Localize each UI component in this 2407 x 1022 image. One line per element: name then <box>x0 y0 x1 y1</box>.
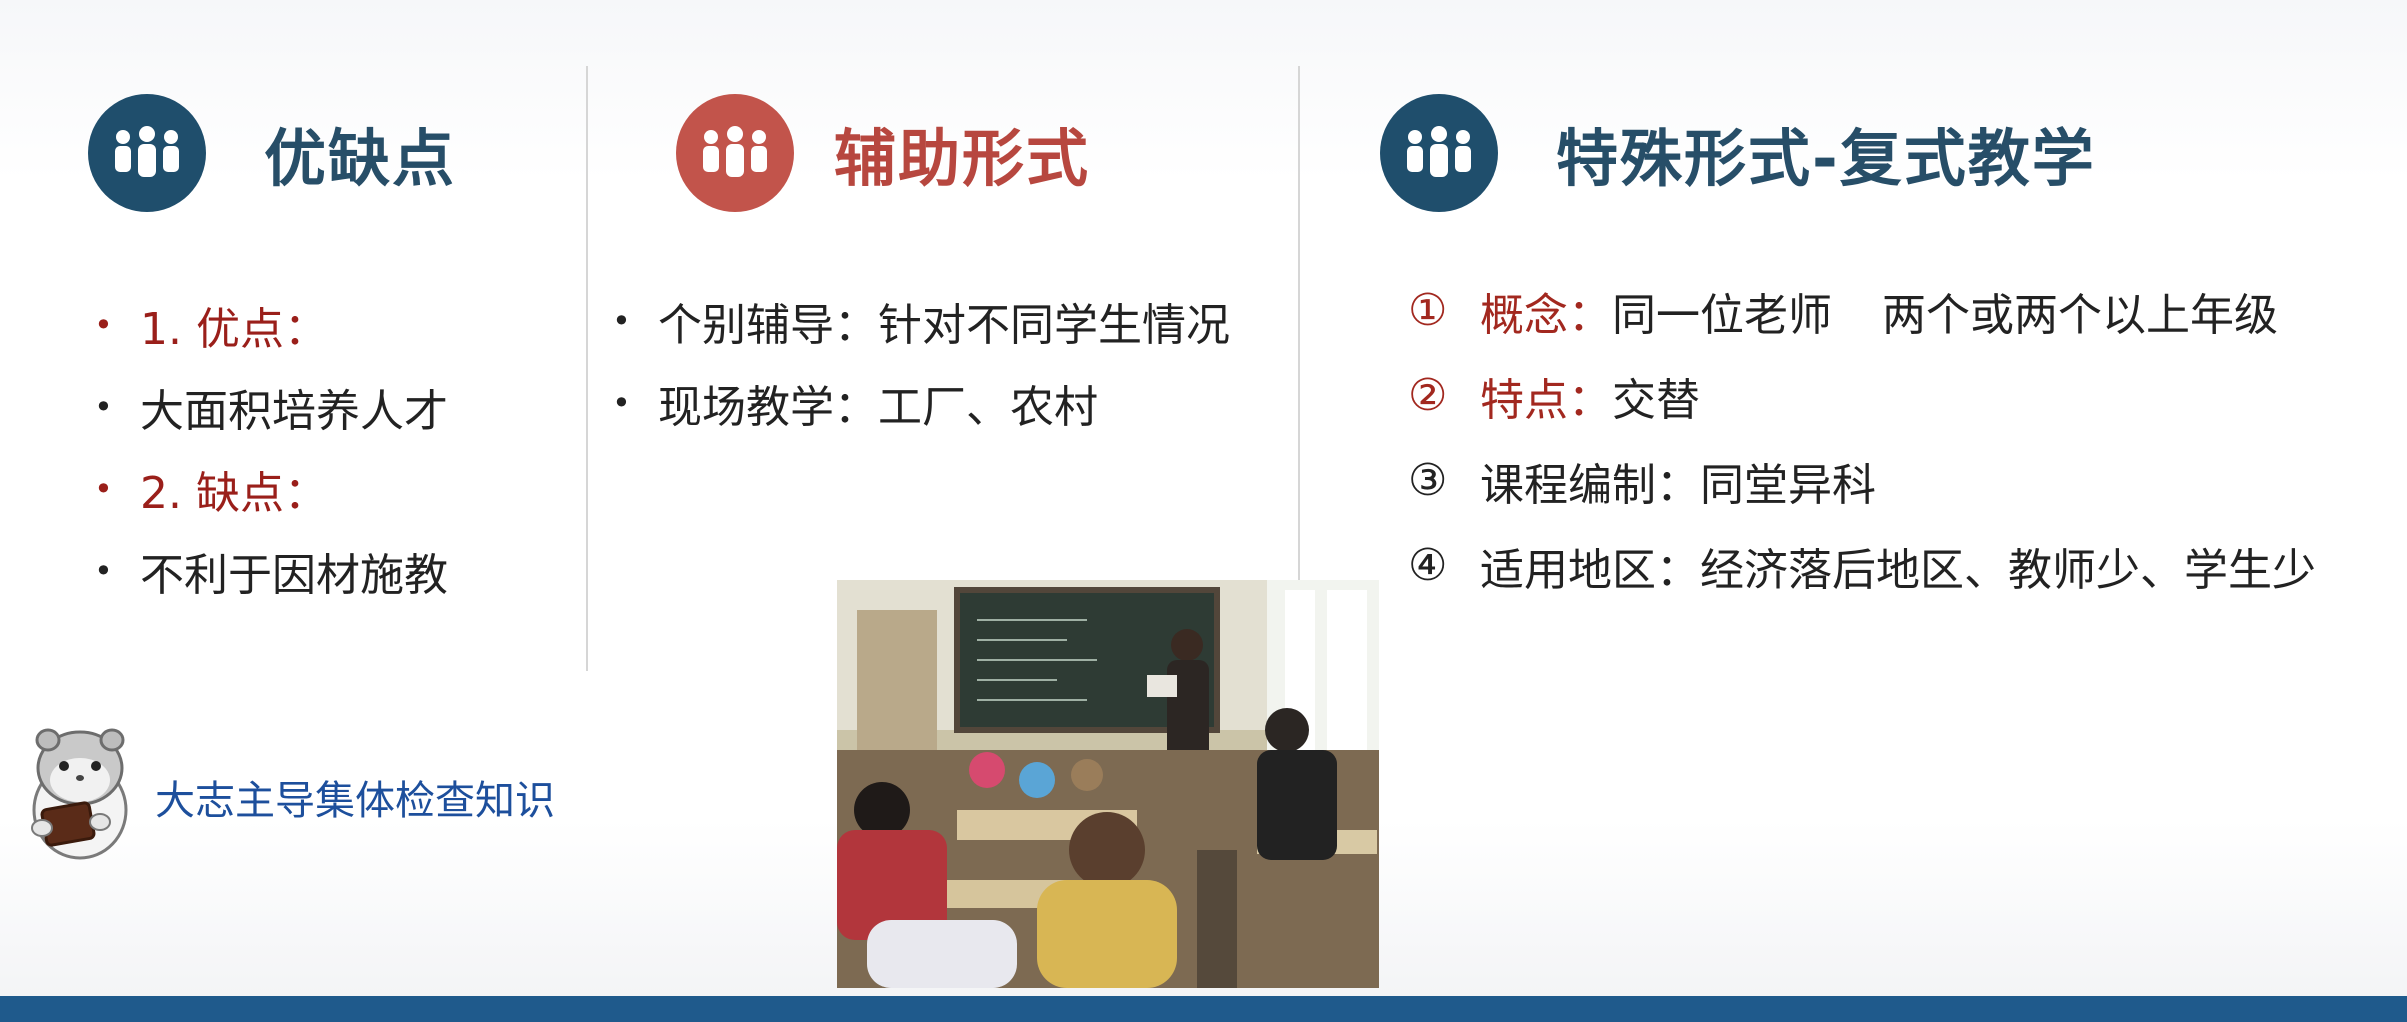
list-item: ② 特点： 交替 <box>1408 353 2316 438</box>
list-item: ③ 课程编制： 同堂异科 <box>1408 438 2316 523</box>
disadvantages-heading: 2. 缺点： <box>140 468 328 519</box>
list-item: • 大面积培养人才 <box>94 366 448 448</box>
list-item: ① 概念： 同一位老师 两个或两个以上年级 <box>1408 268 2316 353</box>
auxiliary-header: 辅助形式 <box>676 94 1090 212</box>
list-item: • 个别辅导：针对不同学生情况 <box>612 280 1230 362</box>
list-item: • 现场教学：工厂、农村 <box>612 362 1230 444</box>
group-people-icon <box>88 94 206 212</box>
item-number: ① <box>1408 285 1448 336</box>
list-item: ④ 适用地区： 经济落后地区、教师少、学生少 <box>1408 523 2316 608</box>
item-text: 经济落后地区、教师少、学生少 <box>1700 544 2316 596</box>
bullet-dot: • <box>94 552 113 590</box>
auxiliary-item-text: 个别辅导：针对不同学生情况 <box>658 300 1230 351</box>
column-divider <box>1298 66 1300 596</box>
item-number: ③ <box>1408 455 1448 506</box>
bullet-dot: • <box>94 388 113 426</box>
bullet-dot: • <box>612 302 631 340</box>
advantages-title: 优缺点 <box>264 122 457 195</box>
list-item: • 1. 优点： <box>94 284 448 366</box>
item-text: 同堂异科 <box>1700 459 1876 511</box>
auxiliary-item-text: 现场教学：工厂、农村 <box>658 382 1098 433</box>
classroom-photo <box>837 580 1379 988</box>
group-people-icon <box>676 94 794 212</box>
bullet-dot: • <box>94 470 113 508</box>
column-divider <box>586 66 588 671</box>
auxiliary-list: • 个别辅导：针对不同学生情况 • 现场教学：工厂、农村 <box>612 280 1230 444</box>
item-text: 两个或两个以上年级 <box>1882 289 2278 341</box>
item-keyword: 适用地区： <box>1480 544 1700 596</box>
bullet-dot: • <box>612 384 631 422</box>
advantages-heading: 1. 优点： <box>140 304 328 355</box>
item-text: 交替 <box>1612 374 1700 426</box>
bottom-bar <box>0 996 2407 1022</box>
hamster-mascot-icon <box>22 722 140 862</box>
special-title: 特殊形式-复式教学 <box>1556 122 2096 195</box>
advantages-header: 优缺点 <box>88 94 456 212</box>
group-people-icon <box>1380 94 1498 212</box>
special-header: 特殊形式-复式教学 <box>1380 94 2096 212</box>
bullet-dot: • <box>94 306 113 344</box>
auxiliary-title: 辅助形式 <box>834 122 1091 195</box>
advantages-list: • 1. 优点： • 大面积培养人才 • 2. 缺点： • 不利于因材施教 <box>94 284 448 612</box>
item-keyword: 特点： <box>1480 374 1612 426</box>
list-item: • 2. 缺点： <box>94 448 448 530</box>
disadvantage-text: 不利于因材施教 <box>140 550 448 601</box>
item-number: ④ <box>1408 540 1448 591</box>
list-item: • 不利于因材施教 <box>94 530 448 612</box>
advantage-text: 大面积培养人才 <box>140 386 448 437</box>
special-list: ① 概念： 同一位老师 两个或两个以上年级 ② 特点： 交替 ③ 课程编制： 同… <box>1408 268 2316 608</box>
item-number: ② <box>1408 370 1448 421</box>
item-text: 同一位老师 <box>1612 289 1832 341</box>
item-keyword: 课程编制： <box>1480 459 1700 511</box>
caption-text: 大志主导集体检查知识 <box>155 778 555 824</box>
item-keyword: 概念： <box>1480 289 1612 341</box>
